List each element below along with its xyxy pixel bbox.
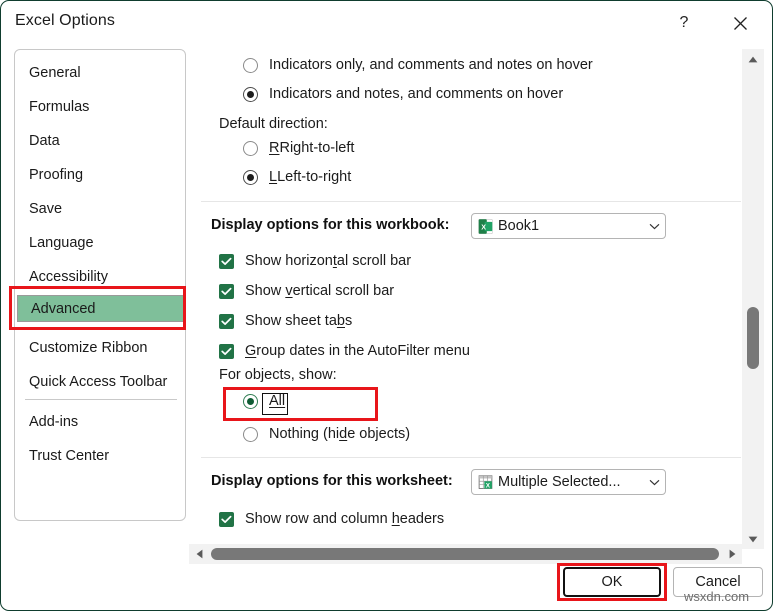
checkbox-label: Show sheet tabs [245, 313, 353, 329]
checkbox-show-row-column-headers[interactable]: Show row and column headers [219, 511, 444, 527]
radio-objects-all[interactable]: All [243, 393, 285, 409]
sidebar-item-label: General [29, 64, 81, 81]
radio-label-text: All [269, 393, 286, 409]
chevron-down-icon [643, 214, 665, 238]
horizontal-scrollbar-thumb[interactable] [211, 548, 719, 560]
worksheet-dropdown[interactable]: X Multiple Selected... [471, 469, 666, 495]
sidebar-item-label: Add-ins [29, 413, 79, 430]
excel-workbook-icon: X [478, 218, 493, 234]
sidebar-item-label: Proofing [29, 166, 84, 183]
radio-circle-icon [243, 57, 258, 73]
checkmark-icon [219, 283, 234, 299]
radio-label-text: Left-to-right [277, 169, 352, 185]
sidebar-item-label: Language [29, 234, 94, 251]
radio-indicators-only[interactable]: Indicators only, and comments and notes … [243, 57, 593, 73]
radio-label: LLeft-to-right [269, 169, 352, 185]
sidebar-item-quick-access-toolbar[interactable]: Quick Access Toolbar [16, 368, 186, 395]
radio-circle-icon [243, 86, 258, 102]
section-divider [201, 457, 741, 458]
watermark: wsxdn.com [684, 589, 750, 604]
radio-objects-nothing[interactable]: Nothing (hide objects) [243, 426, 410, 442]
worksheet-section-title: Display options for this worksheet: [211, 473, 453, 489]
section-divider [201, 201, 741, 202]
sidebar-item-label: Data [29, 132, 60, 149]
default-direction-label: Default direction: [219, 116, 328, 132]
close-icon[interactable] [721, 7, 759, 39]
checkbox-group-dates-autofilter[interactable]: Group dates in the AutoFilter menu [219, 343, 470, 359]
sidebar-item-add-ins[interactable]: Add-ins [16, 408, 186, 435]
checkbox-show-vertical-scroll-bar[interactable]: Show vertical scroll bar [219, 283, 394, 299]
sidebar-item-label: Accessibility [29, 268, 108, 285]
ok-button[interactable]: OK [563, 567, 661, 597]
sidebar-item-formulas[interactable]: Formulas [16, 93, 186, 120]
radio-label: RRight-to-left [269, 140, 355, 156]
sidebar-item-label: Trust Center [29, 447, 110, 464]
radio-right-to-left[interactable]: RRight-to-left [243, 140, 354, 156]
checkbox-label: Show vertical scroll bar [245, 283, 395, 299]
svg-text:X: X [486, 482, 491, 489]
sidebar-item-trust-center[interactable]: Trust Center [16, 442, 186, 469]
scroll-right-arrow-icon[interactable] [722, 544, 742, 564]
radio-circle-icon [243, 393, 258, 409]
scroll-left-arrow-icon[interactable] [189, 544, 209, 564]
sidebar-item-customize-ribbon[interactable]: Customize Ribbon [16, 334, 186, 361]
help-icon[interactable]: ? [665, 7, 703, 39]
dialog-title: Excel Options [15, 12, 116, 29]
radio-label: All [269, 393, 285, 409]
radio-circle-icon [243, 426, 258, 442]
checkmark-icon [219, 253, 234, 269]
excel-options-dialog: Excel Options ? General Formulas Data Pr… [0, 0, 773, 611]
checkbox-label: Group dates in the AutoFilter menu [245, 343, 470, 359]
sidebar-item-data[interactable]: Data [16, 127, 186, 154]
radio-label: Nothing (hide objects) [269, 426, 411, 442]
scroll-down-arrow-icon[interactable] [742, 529, 764, 549]
scroll-up-arrow-icon[interactable] [742, 49, 764, 69]
workbook-dropdown-value: Book1 [498, 218, 540, 234]
sidebar-item-general[interactable]: General [16, 59, 186, 86]
sidebar-item-label: Save [29, 200, 63, 217]
sidebar-item-proofing[interactable]: Proofing [16, 161, 186, 188]
checkmark-icon [219, 511, 234, 527]
excel-worksheet-icon: X [478, 474, 493, 489]
options-content-pane: Indicators only, and comments and notes … [201, 49, 741, 539]
sidebar-item-save[interactable]: Save [16, 195, 186, 222]
vertical-scrollbar-thumb[interactable] [747, 307, 759, 369]
vertical-scrollbar[interactable] [742, 49, 764, 549]
checkbox-label: Show row and column headers [245, 511, 445, 527]
checkmark-icon [219, 343, 234, 359]
horizontal-scrollbar[interactable] [189, 544, 742, 564]
sidebar-item-label: Formulas [29, 98, 90, 115]
radio-left-to-right[interactable]: LLeft-to-right [243, 169, 351, 185]
worksheet-dropdown-value: Multiple Selected... [498, 474, 621, 490]
checkmark-icon [219, 313, 234, 329]
radio-label: Indicators and notes, and comments on ho… [269, 86, 564, 102]
sidebar-nav: General Formulas Data Proofing Save Lang… [14, 49, 186, 521]
for-objects-label: For objects, show: [219, 367, 337, 383]
radio-label: Indicators only, and comments and notes … [269, 57, 593, 73]
workbook-dropdown[interactable]: X Book1 [471, 213, 666, 239]
radio-label-text: Right-to-left [279, 140, 355, 156]
sidebar-item-label: Advanced [31, 300, 96, 317]
sidebar-item-language[interactable]: Language [16, 229, 186, 256]
sidebar-item-accessibility[interactable]: Accessibility [16, 263, 186, 290]
radio-circle-icon [243, 169, 258, 185]
checkbox-show-sheet-tabs[interactable]: Show sheet tabs [219, 313, 352, 329]
chevron-down-icon [643, 470, 665, 494]
sidebar-item-advanced[interactable]: Advanced [17, 295, 185, 322]
svg-text:X: X [481, 222, 486, 231]
radio-circle-icon [243, 140, 258, 156]
checkbox-show-horizontal-scroll-bar[interactable]: Show horizontal scroll bar [219, 253, 411, 269]
sidebar-item-label: Quick Access Toolbar [29, 373, 168, 390]
workbook-section-title: Display options for this workbook: [211, 217, 450, 233]
sidebar-divider [25, 399, 177, 400]
title-bar: Excel Options ? [1, 1, 772, 45]
checkbox-label: Show horizontal scroll bar [245, 253, 412, 269]
radio-indicators-and-notes[interactable]: Indicators and notes, and comments on ho… [243, 86, 563, 102]
sidebar-item-label: Customize Ribbon [29, 339, 148, 356]
